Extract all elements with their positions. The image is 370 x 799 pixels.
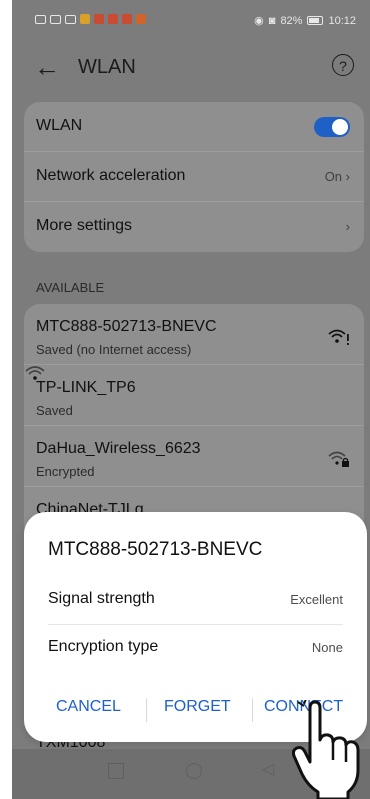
encryption-type-row: Encryption type None — [48, 624, 343, 672]
wlan-label: WLAN — [36, 117, 83, 134]
signal-icon — [65, 14, 76, 24]
page-title: WLAN — [78, 56, 136, 78]
network-acceleration-label: Network acceleration — [36, 167, 186, 184]
pointing-hand-icon — [292, 700, 360, 799]
chevron-right-icon: › — [345, 219, 350, 234]
help-icon[interactable]: ? — [332, 54, 354, 76]
app-notification-icon — [94, 14, 104, 24]
wifi-lock-icon — [328, 450, 350, 468]
more-settings-label: More settings — [36, 217, 133, 234]
network-status: Saved — [36, 403, 73, 418]
sim-icon — [35, 14, 46, 24]
battery-percent: 82% — [280, 14, 303, 27]
network-acceleration-value: On › — [324, 169, 350, 184]
signal-strength-label: Signal strength — [48, 590, 155, 607]
alarm-icon: ◙ — [268, 14, 276, 27]
status-bar: ◉ ◙ 82% 10:12 — [12, 0, 370, 40]
app-notification-icon — [136, 14, 146, 24]
signal-icon — [50, 14, 61, 24]
back-nav-icon[interactable]: ◁ — [262, 759, 274, 779]
home-icon[interactable] — [186, 763, 202, 779]
divider — [146, 698, 147, 722]
more-settings-row[interactable]: More settings › — [24, 202, 364, 251]
network-item[interactable]: TP-LINK_TP6 Saved — [24, 365, 364, 426]
encryption-type-value: None — [311, 640, 343, 655]
clock: 10:12 — [328, 14, 356, 27]
network-item[interactable]: MTC888-502713-BNEVC Saved (no Internet a… — [24, 304, 364, 365]
cancel-button[interactable]: CANCEL — [56, 698, 121, 716]
dialog-title: MTC888-502713-BNEVC — [48, 539, 263, 560]
back-arrow-icon[interactable]: ← — [34, 54, 60, 80]
status-icons-left — [35, 14, 146, 24]
network-status: Saved (no Internet access) — [36, 342, 192, 357]
app-notification-icon — [80, 14, 90, 24]
app-bar: ← WLAN ? — [12, 40, 370, 96]
wifi-icon — [24, 365, 46, 383]
available-section-label: AVAILABLE — [36, 280, 105, 295]
network-name: DaHua_Wireless_6623 — [36, 440, 201, 457]
network-status: Encrypted — [36, 464, 95, 479]
status-icons-right: ◉ ◙ 82% 10:12 — [254, 14, 356, 28]
wlan-toggle[interactable] — [314, 117, 350, 137]
signal-strength-row: Signal strength Excellent — [48, 576, 343, 625]
network-name: MTC888-502713-BNEVC — [36, 318, 217, 335]
wlan-settings-card: WLAN Network acceleration On › More sett… — [24, 102, 364, 252]
wifi-no-internet-icon — [328, 328, 350, 346]
chevron-right-icon: › — [345, 169, 350, 184]
app-notification-icon — [108, 14, 118, 24]
forget-button[interactable]: FORGET — [164, 698, 231, 716]
network-item[interactable]: DaHua_Wireless_6623 Encrypted — [24, 426, 364, 487]
toggle-knob — [332, 119, 348, 135]
app-notification-icon — [122, 14, 132, 24]
divider — [252, 698, 253, 722]
network-acceleration-row[interactable]: Network acceleration On › — [24, 152, 364, 202]
encryption-type-label: Encryption type — [48, 638, 159, 655]
wlan-toggle-row[interactable]: WLAN — [24, 102, 364, 152]
eye-icon: ◉ — [254, 15, 264, 27]
battery-icon — [307, 16, 324, 25]
recents-icon[interactable] — [108, 763, 124, 779]
signal-strength-value: Excellent — [290, 592, 343, 607]
network-name: TP-LINK_TP6 — [36, 379, 136, 396]
